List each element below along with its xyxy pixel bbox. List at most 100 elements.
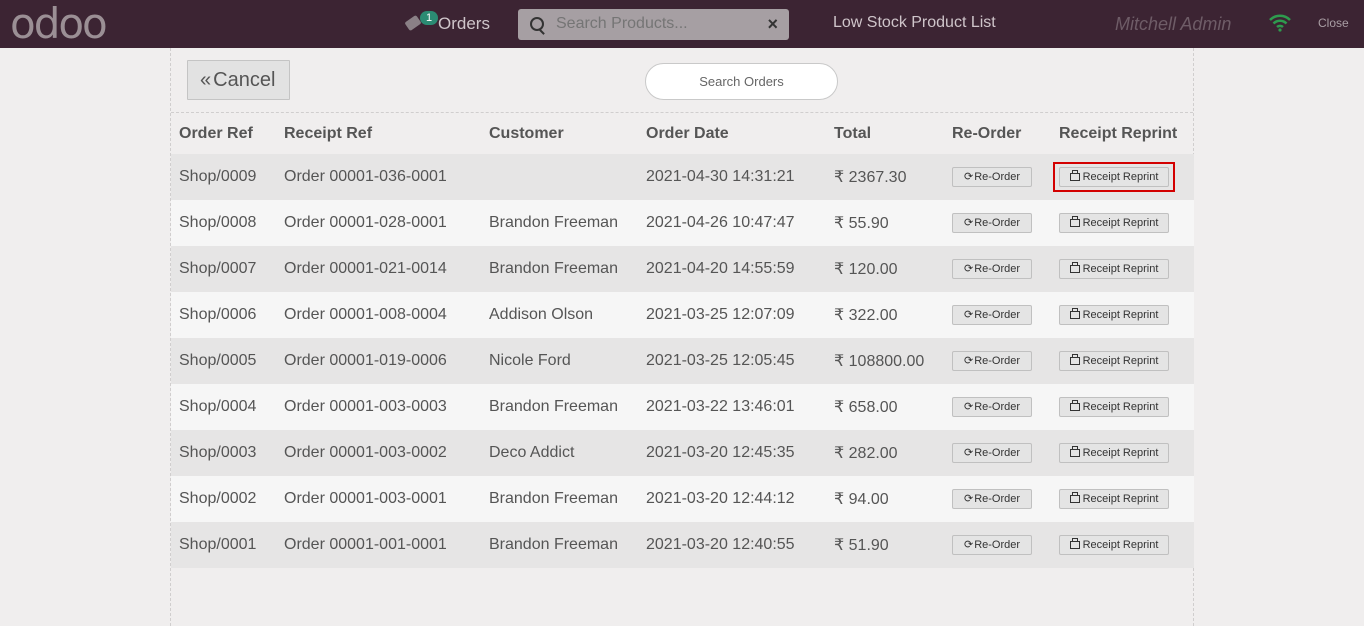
clear-icon[interactable]: × (767, 14, 778, 34)
refresh-icon: ⟳ (963, 263, 974, 275)
orders-panel: «Cancel Search Orders Order Ref Receipt … (170, 48, 1194, 626)
column-header: Order Ref (179, 125, 253, 142)
receipt-reprint-cell: Receipt Reprint (1051, 384, 1194, 430)
order-date-cell: 2021-03-20 12:44:12 (638, 476, 826, 522)
customer-cell (481, 154, 638, 200)
receipt-reprint-cell: Receipt Reprint (1051, 430, 1194, 476)
customer-cell: Brandon Freeman (481, 522, 638, 568)
reorder-label: Re-Order (974, 447, 1021, 459)
order-date-cell: 2021-03-25 12:07:09 (638, 292, 826, 338)
table-row[interactable]: Shop/0002 Order 00001-003-0001 Brandon Fre… (171, 476, 1194, 522)
reorder-button[interactable]: ⟳Re-Order (952, 167, 1032, 187)
reorder-button[interactable]: ⟳Re-Order (952, 259, 1032, 279)
orders-button[interactable]: 1 Orders (404, 8, 498, 40)
total-value: 2367.30 (848, 169, 907, 186)
receipt-reprint-button[interactable]: Receipt Reprint (1059, 535, 1169, 555)
customer-cell: Nicole Ford (481, 338, 638, 384)
reorder-label: Re-Order (974, 309, 1021, 321)
column-header: Receipt Reprint (1059, 125, 1178, 142)
receipt-reprint-cell: Receipt Reprint (1051, 476, 1194, 522)
receipt-reprint-label: Receipt Reprint (1082, 171, 1159, 183)
print-icon (1069, 492, 1080, 503)
order-ref-cell: Shop/0003 (171, 430, 276, 476)
table-row[interactable]: Shop/0003 Order 00001-003-0002 Deco Addict… (171, 430, 1194, 476)
receipt-ref-cell: Order 00001-021-0014 (276, 246, 481, 292)
total-value: 120.00 (848, 261, 898, 278)
wifi-icon (1269, 14, 1291, 32)
receipt-reprint-label: Receipt Reprint (1082, 355, 1159, 367)
total-value: 94.00 (848, 491, 889, 508)
customer-cell: Brandon Freeman (481, 200, 638, 246)
currency-symbol: ₹ (834, 353, 845, 370)
receipt-reprint-label: Receipt Reprint (1082, 263, 1159, 275)
total-cell: ₹ 2367.30 (826, 154, 944, 200)
reorder-button[interactable]: ⟳Re-Order (952, 305, 1032, 325)
search-icon (530, 17, 544, 31)
reorder-cell: ⟳Re-Order (944, 476, 1051, 522)
receipt-reprint-cell: Receipt Reprint (1051, 522, 1194, 568)
reorder-cell: ⟳Re-Order (944, 338, 1051, 384)
receipt-reprint-cell: Receipt Reprint (1051, 200, 1194, 246)
refresh-icon: ⟳ (963, 493, 974, 505)
reorder-button[interactable]: ⟳Re-Order (952, 397, 1032, 417)
receipt-ref-cell: Order 00001-003-0002 (276, 430, 481, 476)
reorder-button[interactable]: ⟳Re-Order (952, 535, 1032, 555)
column-header: Customer (489, 125, 564, 142)
total-value: 322.00 (848, 307, 898, 324)
total-cell: ₹ 108800.00 (826, 338, 944, 384)
reorder-button[interactable]: ⟳Re-Order (952, 443, 1032, 463)
receipt-reprint-button[interactable]: Receipt Reprint (1059, 213, 1169, 233)
close-button[interactable]: Close (1318, 16, 1349, 30)
total-cell: ₹ 120.00 (826, 246, 944, 292)
total-value: 282.00 (848, 445, 898, 462)
receipt-reprint-button[interactable]: Receipt Reprint (1059, 443, 1169, 463)
receipt-reprint-button[interactable]: Receipt Reprint (1059, 167, 1169, 187)
table-row[interactable]: Shop/0001 Order 00001-001-0001 Brandon Fre… (171, 522, 1194, 568)
reorder-cell: ⟳Re-Order (944, 292, 1051, 338)
receipt-reprint-button[interactable]: Receipt Reprint (1059, 259, 1169, 279)
currency-symbol: ₹ (834, 491, 845, 508)
column-header: Receipt Ref (284, 125, 373, 142)
total-cell: ₹ 282.00 (826, 430, 944, 476)
refresh-icon: ⟳ (963, 309, 974, 321)
reorder-button[interactable]: ⟳Re-Order (952, 213, 1032, 233)
order-date-cell: 2021-03-20 12:40:55 (638, 522, 826, 568)
reorder-cell: ⟳Re-Order (944, 430, 1051, 476)
currency-symbol: ₹ (834, 399, 845, 416)
receipt-ref-cell: Order 00001-028-0001 (276, 200, 481, 246)
search-products-box[interactable]: × (518, 9, 789, 40)
receipt-ref-cell: Order 00001-001-0001 (276, 522, 481, 568)
table-row[interactable]: Shop/0009 Order 00001-036-0001 2021-04-30 … (171, 154, 1194, 200)
reorder-button[interactable]: ⟳Re-Order (952, 489, 1032, 509)
order-ref-cell: Shop/0006 (171, 292, 276, 338)
cancel-button[interactable]: «Cancel (187, 60, 290, 100)
low-stock-product-list-button[interactable]: Low Stock Product List (833, 14, 996, 32)
currency-symbol: ₹ (834, 307, 845, 324)
orders-label: Orders (438, 14, 490, 33)
receipt-reprint-label: Receipt Reprint (1082, 539, 1159, 551)
order-date-cell: 2021-04-26 10:47:47 (638, 200, 826, 246)
table-row[interactable]: Shop/0004 Order 00001-003-0003 Brandon Fre… (171, 384, 1194, 430)
receipt-reprint-button[interactable]: Receipt Reprint (1059, 305, 1169, 325)
table-row[interactable]: Shop/0005 Order 00001-019-0006 Nicole Ford… (171, 338, 1194, 384)
refresh-icon: ⟳ (963, 539, 974, 551)
reorder-label: Re-Order (974, 171, 1021, 183)
total-value: 108800.00 (848, 353, 925, 370)
receipt-reprint-label: Receipt Reprint (1082, 401, 1159, 413)
table-row[interactable]: Shop/0006 Order 00001-008-0004 Addison Ols… (171, 292, 1194, 338)
table-header-row: Order Ref Receipt Ref Customer Order Dat… (171, 114, 1194, 154)
cancel-label: Cancel (213, 69, 276, 91)
search-products-input[interactable] (556, 9, 756, 39)
total-value: 658.00 (848, 399, 898, 416)
total-cell: ₹ 322.00 (826, 292, 944, 338)
table-row[interactable]: Shop/0007 Order 00001-021-0014 Brandon Fre… (171, 246, 1194, 292)
receipt-reprint-button[interactable]: Receipt Reprint (1059, 397, 1169, 417)
table-row[interactable]: Shop/0008 Order 00001-028-0001 Brandon Fre… (171, 200, 1194, 246)
reorder-label: Re-Order (974, 493, 1021, 505)
reorder-button[interactable]: ⟳Re-Order (952, 351, 1032, 371)
receipt-reprint-button[interactable]: Receipt Reprint (1059, 351, 1169, 371)
customer-cell: Brandon Freeman (481, 476, 638, 522)
receipt-reprint-button[interactable]: Receipt Reprint (1059, 489, 1169, 509)
search-orders-input[interactable]: Search Orders (645, 63, 838, 100)
customer-cell: Brandon Freeman (481, 246, 638, 292)
